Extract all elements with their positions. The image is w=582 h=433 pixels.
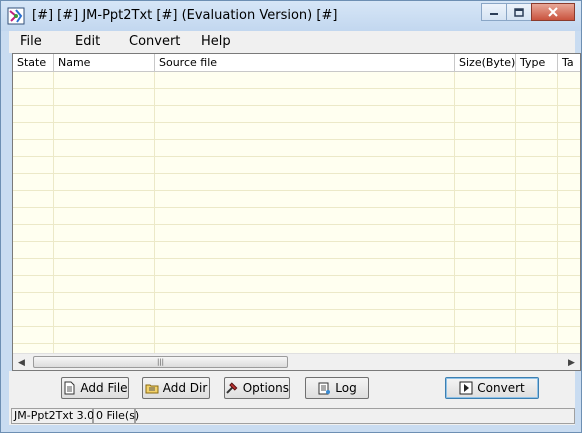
add-dir-icon: [145, 384, 159, 394]
window-controls: [481, 3, 575, 23]
options-button[interactable]: Options: [224, 377, 290, 399]
scrollbar-thumb[interactable]: |||: [33, 356, 288, 368]
status-file-count: 0 File(s): [93, 408, 139, 424]
add-dir-button[interactable]: Add Dir: [142, 377, 210, 399]
menu-edit[interactable]: Edit: [75, 34, 100, 49]
log-label: Log: [335, 381, 357, 395]
title-bar[interactable]: [#] [#] JM-Ppt2Txt [#] (Evaluation Versi…: [1, 1, 581, 31]
grid-column-divider: [154, 72, 155, 354]
grid-column-divider: [557, 72, 558, 354]
button-panel: Add File Add Dir Options Log Convert: [9, 371, 575, 407]
log-button[interactable]: Log: [305, 377, 369, 399]
column-header-ta[interactable]: Ta: [558, 54, 580, 72]
status-app-version: JM-Ppt2Txt 3.0: [11, 408, 94, 424]
close-icon: [548, 7, 558, 17]
file-list-table[interactable]: State Name Source file Size(Byte) Type T…: [12, 53, 581, 371]
add-file-button[interactable]: Add File: [61, 377, 129, 399]
grid-column-divider: [53, 72, 54, 354]
column-header-type[interactable]: Type: [516, 54, 558, 72]
add-dir-label: Add Dir: [162, 381, 208, 395]
maximize-icon: [514, 7, 524, 17]
main-window: [#] [#] JM-Ppt2Txt [#] (Evaluation Versi…: [0, 0, 582, 433]
scroll-left-icon[interactable]: ◀: [13, 354, 30, 370]
menu-convert[interactable]: Convert: [129, 34, 180, 49]
menu-help[interactable]: Help: [201, 34, 231, 49]
status-message: [135, 408, 575, 424]
column-header-name[interactable]: Name: [54, 54, 155, 72]
grid-column-divider: [454, 72, 455, 354]
column-header-size[interactable]: Size(Byte): [455, 54, 516, 72]
add-file-icon: [64, 381, 75, 395]
minimize-button[interactable]: [481, 3, 507, 21]
minimize-icon: [490, 13, 498, 15]
app-icon[interactable]: [7, 7, 25, 25]
menu-file[interactable]: File: [20, 34, 42, 49]
convert-label: Convert: [477, 381, 525, 395]
add-file-label: Add File: [80, 381, 128, 395]
menu-bar: File Edit Convert Help: [9, 31, 575, 53]
log-icon: [318, 382, 331, 395]
options-icon: [226, 382, 238, 394]
status-bar: JM-Ppt2Txt 3.0 0 File(s): [9, 407, 575, 425]
convert-icon: [459, 381, 473, 395]
grid-lines: [13, 72, 580, 354]
column-header-source-file[interactable]: Source file: [155, 54, 455, 72]
options-label: Options: [242, 381, 289, 395]
horizontal-scrollbar[interactable]: ◀ ||| ▶: [13, 353, 580, 370]
scroll-right-icon[interactable]: ▶: [563, 354, 580, 370]
column-header-state[interactable]: State: [13, 54, 54, 72]
close-button[interactable]: [531, 3, 575, 21]
convert-button[interactable]: Convert: [445, 377, 539, 399]
window-title: [#] [#] JM-Ppt2Txt [#] (Evaluation Versi…: [32, 8, 338, 23]
grid-column-divider: [515, 72, 516, 354]
maximize-button[interactable]: [506, 3, 532, 21]
